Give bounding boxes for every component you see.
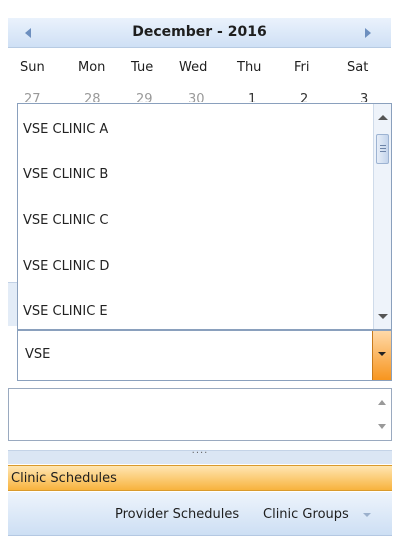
panel-splitter[interactable]: ···· [8, 448, 392, 464]
next-month-icon[interactable] [365, 28, 371, 38]
calendar-day-row: 27 28 29 30 1 2 3 [8, 90, 391, 102]
splitter-grip-icon: ···· [191, 448, 209, 459]
combobox-dropdown-button[interactable] [372, 331, 391, 380]
calendar-day[interactable]: 3 [360, 92, 368, 102]
clinic-combobox[interactable]: VSE [17, 330, 392, 381]
dropdown-scrollbar[interactable] [373, 104, 391, 329]
calendar-title: December - 2016 [132, 24, 267, 40]
grip-line [380, 151, 386, 152]
scroll-up-icon[interactable] [378, 400, 386, 405]
list-item[interactable]: VSE CLINIC D [23, 259, 109, 274]
weekday-tue: Tue [131, 60, 154, 75]
list-item[interactable]: VSE CLINIC A [23, 122, 108, 137]
scroll-down-icon[interactable] [378, 314, 388, 319]
nav-link-clinic-groups[interactable]: Clinic Groups [263, 507, 349, 522]
grip-line [380, 145, 386, 146]
calendar-day[interactable]: 27 [24, 92, 41, 102]
list-item[interactable]: VSE CLINIC C [23, 213, 109, 228]
notes-textbox[interactable] [8, 388, 392, 441]
calendar-day[interactable]: 1 [248, 92, 256, 102]
weekday-row: Sun Mon Tue Wed Thu Fri Sat [8, 53, 391, 85]
list-item[interactable]: VSE CLINIC B [23, 167, 108, 182]
chevron-down-icon [378, 352, 386, 356]
weekday-sat: Sat [347, 60, 369, 75]
calendar-day[interactable]: 29 [136, 92, 153, 102]
combobox-value: VSE [25, 347, 51, 362]
calendar-day[interactable]: 28 [84, 92, 101, 102]
calendar-day[interactable]: 2 [300, 92, 308, 102]
navbar-footer: Provider Schedules Clinic Groups [8, 492, 392, 536]
scroll-up-icon[interactable] [378, 115, 388, 120]
navbar-group-label: Clinic Schedules [11, 471, 117, 486]
calendar-header: December - 2016 [8, 18, 391, 48]
scrollbar-thumb[interactable] [376, 134, 389, 164]
calendar-day[interactable]: 30 [188, 92, 205, 102]
list-item[interactable]: VSE CLINIC E [23, 304, 108, 319]
textbox-scrollbar[interactable] [373, 389, 391, 440]
grip-line [380, 148, 386, 149]
weekday-mon: Mon [78, 60, 106, 75]
weekday-wed: Wed [179, 60, 208, 75]
nav-link-provider-schedules[interactable]: Provider Schedules [115, 507, 239, 522]
chevron-down-icon[interactable] [363, 513, 371, 517]
navbar-group-clinic-schedules[interactable]: Clinic Schedules [8, 465, 392, 491]
clinic-dropdown-list: VSE CLINIC A VSE CLINIC B VSE CLINIC C V… [17, 103, 392, 330]
weekday-thu: Thu [237, 60, 262, 75]
weekday-sun: Sun [20, 60, 45, 75]
weekday-fri: Fri [294, 60, 310, 75]
scroll-down-icon[interactable] [378, 424, 386, 429]
